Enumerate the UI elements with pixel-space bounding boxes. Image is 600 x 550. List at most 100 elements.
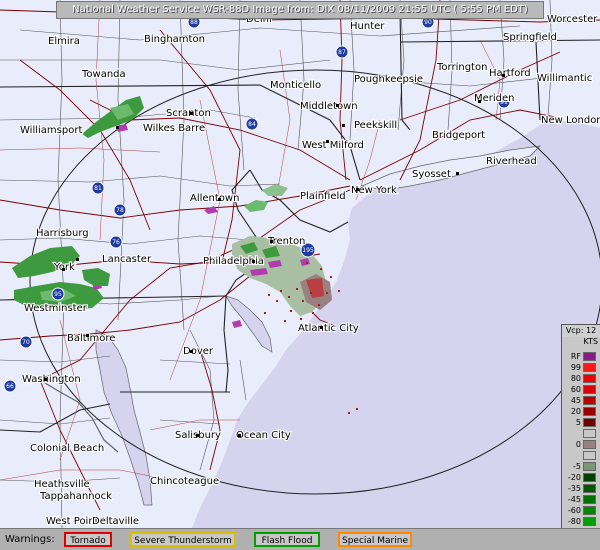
warning-severe-thunderstorm[interactable]: Severe Thunderstorm xyxy=(130,532,236,547)
legend-row-swatch xyxy=(583,418,596,427)
svg-text:84: 84 xyxy=(248,121,256,128)
legend-row-label: 80 xyxy=(570,374,581,383)
city-peekskill: Peekskill xyxy=(354,120,397,131)
i78-shield: 78 xyxy=(113,203,127,217)
legend-row-label: 60 xyxy=(570,385,581,394)
legend-row-label: 5 xyxy=(575,418,581,427)
city-riverhead: Riverhead xyxy=(486,156,537,167)
city-poughkeepsie: Poughkeepsie xyxy=(354,74,423,85)
legend-row-label: 20 xyxy=(570,407,581,416)
legend-row-label: -80 xyxy=(567,517,581,526)
i84-shield: 84 xyxy=(245,117,259,131)
legend-row-label: -5 xyxy=(573,462,581,471)
legend-row-label: 45 xyxy=(570,396,581,405)
city-wilkes-barre: Wilkes Barre xyxy=(143,123,205,134)
city-scranton: Scranton xyxy=(166,108,211,119)
city-heathsville: Heathsville xyxy=(34,479,90,490)
i87-shield: 87 xyxy=(335,45,349,59)
legend-vcp-header: Vcp: 12 xyxy=(562,325,600,337)
city-bridgeport: Bridgeport xyxy=(432,130,485,141)
legend-row: 45 xyxy=(562,395,600,406)
legend-row xyxy=(562,450,600,461)
city-chincoteague: Chincoteague xyxy=(150,476,219,487)
city-harrisburg: Harrisburg xyxy=(36,228,89,239)
legend-row-swatch xyxy=(583,352,596,361)
legend-row-swatch xyxy=(583,506,596,515)
warning-special-marine[interactable]: Special Marine xyxy=(338,532,412,547)
legend-row: 60 xyxy=(562,384,600,395)
image-title-bar: National Weather Service WSR-88D Image f… xyxy=(56,1,544,19)
legend-row-label: -35 xyxy=(567,484,581,493)
legend-row-swatch xyxy=(583,429,596,438)
legend-row: RF xyxy=(562,351,600,362)
svg-text:70: 70 xyxy=(22,339,30,346)
city-colonial-beach: Colonial Beach xyxy=(30,443,104,454)
legend-row xyxy=(562,428,600,439)
legend-row-label: RF xyxy=(570,352,581,361)
warning-tornado[interactable]: Tornado xyxy=(64,532,112,547)
city-york: York xyxy=(53,262,75,273)
i66-shield: 66 xyxy=(3,379,17,393)
city-hartford: Hartford xyxy=(489,68,531,79)
legend-row-swatch xyxy=(583,517,596,526)
legend-row-swatch xyxy=(583,407,596,416)
legend-row-swatch xyxy=(583,473,596,482)
svg-text:88: 88 xyxy=(190,19,198,26)
city-willimantic: Willimantic xyxy=(537,73,592,84)
legend-row-swatch xyxy=(583,451,596,460)
city-williamsport: Williamsport xyxy=(20,125,82,136)
svg-text:66: 66 xyxy=(6,383,14,390)
legend-row-label: -60 xyxy=(567,506,581,515)
legend-row-swatch xyxy=(583,440,596,449)
city-allentown: Allentown xyxy=(190,193,239,204)
legend-row-swatch xyxy=(583,385,596,394)
city-west-point: West Point xyxy=(46,516,99,527)
legend-row-label: 0 xyxy=(575,440,581,449)
i70-shield: 70 xyxy=(19,335,33,349)
i81-shield: 81 xyxy=(91,181,105,195)
svg-text:76: 76 xyxy=(112,239,120,246)
city-west-milford: West Milford xyxy=(302,140,364,151)
legend-row: -60 xyxy=(562,505,600,516)
city-dover: Dover xyxy=(183,346,214,357)
city-lancaster: Lancaster xyxy=(102,254,152,265)
city-binghamton: Binghamton xyxy=(144,34,205,45)
legend-row: 99 xyxy=(562,362,600,373)
legend-row: 80 xyxy=(562,373,600,384)
city-worcester: Worcester xyxy=(547,14,598,25)
legend-row-swatch xyxy=(583,462,596,471)
city-middletown: Middletown xyxy=(300,101,358,112)
legend-row: -45 xyxy=(562,494,600,505)
city-tappahannock: Tappahannock xyxy=(39,491,112,502)
legend-row: 0 xyxy=(562,439,600,450)
warnings-label: Warnings: xyxy=(5,534,55,545)
i76-shield: 76 xyxy=(109,235,123,249)
legend-row: -5 xyxy=(562,461,600,472)
city-towanda: Towanda xyxy=(81,69,126,80)
svg-text:78: 78 xyxy=(116,207,124,214)
svg-text:90: 90 xyxy=(424,19,432,26)
legend-row: -20 xyxy=(562,472,600,483)
warning-flash-flood[interactable]: Flash Flood xyxy=(254,532,320,547)
radar-map[interactable]: 90 87 88 84 81 78 76 195 95 70 66 91 Elm… xyxy=(0,0,600,528)
city-torrington: Torrington xyxy=(436,62,487,73)
city-hunter: Hunter xyxy=(350,21,385,32)
legend-row-swatch xyxy=(583,396,596,405)
city-washington: Washington xyxy=(22,374,81,385)
city-westminster: Westminster xyxy=(24,303,88,314)
svg-text:95: 95 xyxy=(54,291,62,298)
legend-row-label: -45 xyxy=(567,495,581,504)
city-ocean-city: Ocean City xyxy=(236,430,291,441)
legend-row-label: 99 xyxy=(570,363,581,372)
city-elmira: Elmira xyxy=(48,36,80,47)
legend-row: -80 xyxy=(562,516,600,527)
radar-viewer: 90 87 88 84 81 78 76 195 95 70 66 91 Elm… xyxy=(0,0,600,550)
legend-row-label: -20 xyxy=(567,473,581,482)
city-atlantic-city: Atlantic City xyxy=(298,323,359,334)
velocity-legend: Vcp: 12 KTS RF 99 80 60 45 20 5 0 -5 -20 -35 -45 -60… xyxy=(561,324,600,548)
legend-unit: KTS xyxy=(583,337,598,346)
city-baltimore: Baltimore xyxy=(67,333,115,344)
svg-text:87: 87 xyxy=(338,49,346,56)
legend-row-swatch xyxy=(583,374,596,383)
city-deltaville: Deltaville xyxy=(92,516,139,527)
